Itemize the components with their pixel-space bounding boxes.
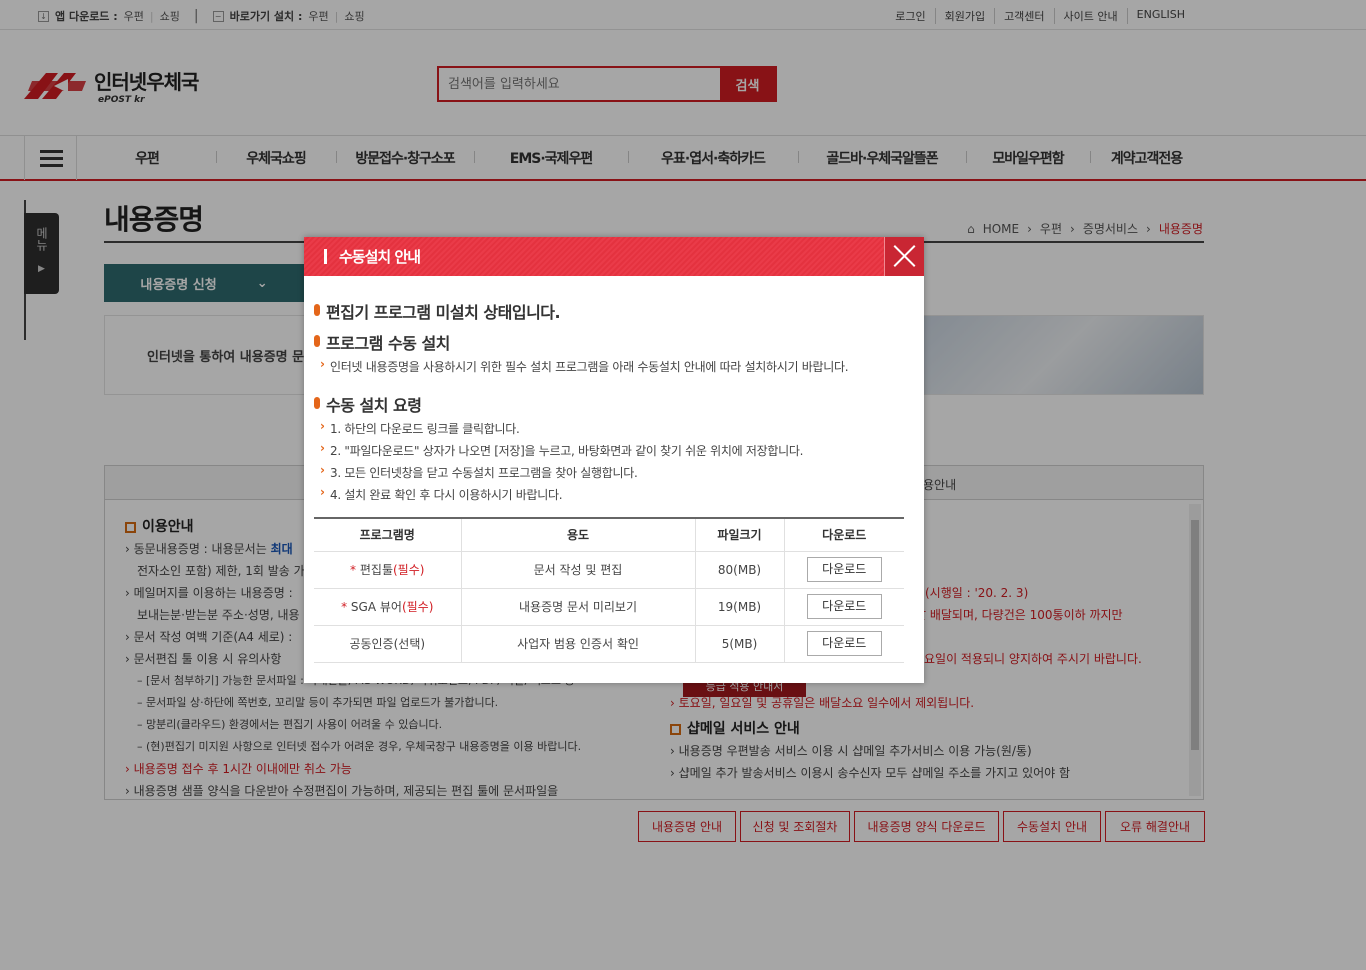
program-table: 프로그램명 용도 파일크기 다운로드 * 편집툴(필수) 문서 작성 및 편집 … xyxy=(314,517,904,663)
program-usage: 내용증명 문서 미리보기 xyxy=(460,587,696,626)
table-header-row: 프로그램명 용도 파일크기 다운로드 xyxy=(314,518,904,552)
download-button-sga-viewer[interactable]: 다운로드 xyxy=(806,594,882,619)
program-size: 19(MB) xyxy=(694,587,785,626)
program-size: 5(MB) xyxy=(694,624,785,663)
program-usage: 문서 작성 및 편집 xyxy=(460,550,696,589)
modal-heading-not-installed: 편집기 프로그램 미설치 상태입니다. xyxy=(314,299,561,323)
program-name: SGA 뷰어 xyxy=(350,600,402,614)
download-button-editor[interactable]: 다운로드 xyxy=(806,557,882,582)
modal-title: 수동설치 안내 xyxy=(339,248,421,266)
col-program: 프로그램명 xyxy=(314,518,462,552)
col-filesize: 파일크기 xyxy=(694,518,785,552)
modal-desc: 인터넷 내용증명을 사용하시기 위한 필수 설치 프로그램을 아래 수동설치 안… xyxy=(320,357,849,375)
program-usage: 사업자 범용 인증서 확인 xyxy=(460,624,696,663)
table-row: 공동인증(선택) 사업자 범용 인증서 확인 5(MB) 다운로드 xyxy=(314,624,904,663)
step-4: 4. 설치 완료 확인 후 다시 이용하시기 바랍니다. xyxy=(320,485,563,503)
modal-heading-steps: 수동 설치 요령 xyxy=(314,392,422,416)
program-name: 공동인증(선택) xyxy=(349,637,426,651)
step-2: 2. "파일다운로드" 상자가 나오면 [저장]을 누르고, 바탕화면과 같이 … xyxy=(320,441,803,459)
step-1: 1. 하단의 다운로드 링크를 클릭합니다. xyxy=(320,419,520,437)
table-row: * 편집툴(필수) 문서 작성 및 편집 80(MB) 다운로드 xyxy=(314,550,904,589)
close-icon[interactable] xyxy=(884,237,924,276)
manual-install-modal: 수동설치 안내 편집기 프로그램 미설치 상태입니다. 프로그램 수동 설치 인… xyxy=(304,237,924,683)
col-download: 다운로드 xyxy=(783,518,904,552)
download-button-cert[interactable]: 다운로드 xyxy=(806,631,882,656)
col-usage: 용도 xyxy=(460,518,696,552)
modal-heading-manual: 프로그램 수동 설치 xyxy=(314,330,450,354)
program-size: 80(MB) xyxy=(694,550,785,589)
modal-header: 수동설치 안내 xyxy=(304,237,924,276)
program-name: 편집툴 xyxy=(359,563,393,577)
step-3: 3. 모든 인터넷창을 닫고 수동설치 프로그램을 찾아 실행합니다. xyxy=(320,463,638,481)
table-row: * SGA 뷰어(필수) 내용증명 문서 미리보기 19(MB) 다운로드 xyxy=(314,587,904,626)
